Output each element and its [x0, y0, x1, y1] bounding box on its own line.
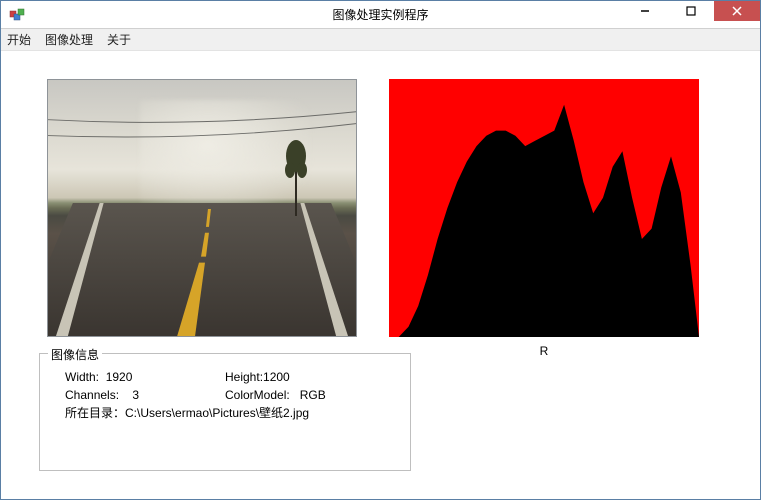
histogram-panel: [389, 79, 699, 337]
width-value: 1920: [106, 370, 133, 384]
menubar: 开始 图像处理 关于: [1, 29, 760, 51]
titlebar: 图像处理实例程序: [1, 1, 760, 29]
menu-imageproc[interactable]: 图像处理: [45, 31, 93, 48]
width-label: Width:: [65, 370, 99, 384]
image-info-title: 图像信息: [48, 346, 102, 363]
maximize-button[interactable]: [668, 1, 714, 21]
dir-value: C:\Users\ermao\Pictures\壁纸2.jpg: [125, 404, 309, 422]
scenic-image: [48, 80, 356, 336]
image-info-group: 图像信息 Width: 1920 Height:1200 Channels: 3: [39, 353, 411, 471]
close-button[interactable]: [714, 1, 760, 21]
dir-label: 所在目录：: [65, 404, 125, 422]
height-value: 1200: [263, 370, 290, 384]
menu-start[interactable]: 开始: [7, 31, 31, 48]
histogram-chart: [389, 79, 699, 337]
source-image-preview: [47, 79, 357, 337]
channels-value: 3: [132, 388, 139, 402]
app-window: 图像处理实例程序 开始 图像处理 关于: [0, 0, 761, 500]
client-area: R 图像信息 Width: 1920 Height:1200 Channels:: [1, 51, 760, 499]
menu-about[interactable]: 关于: [107, 31, 131, 48]
channels-label: Channels:: [65, 388, 119, 402]
colormodel-label: ColorModel:: [225, 388, 290, 402]
window-controls: [622, 1, 760, 28]
colormodel-value: RGB: [300, 388, 326, 402]
histogram-channel-label: R: [389, 344, 699, 358]
minimize-button[interactable]: [622, 1, 668, 21]
height-label: Height:: [225, 370, 263, 384]
app-icon: [9, 7, 25, 23]
